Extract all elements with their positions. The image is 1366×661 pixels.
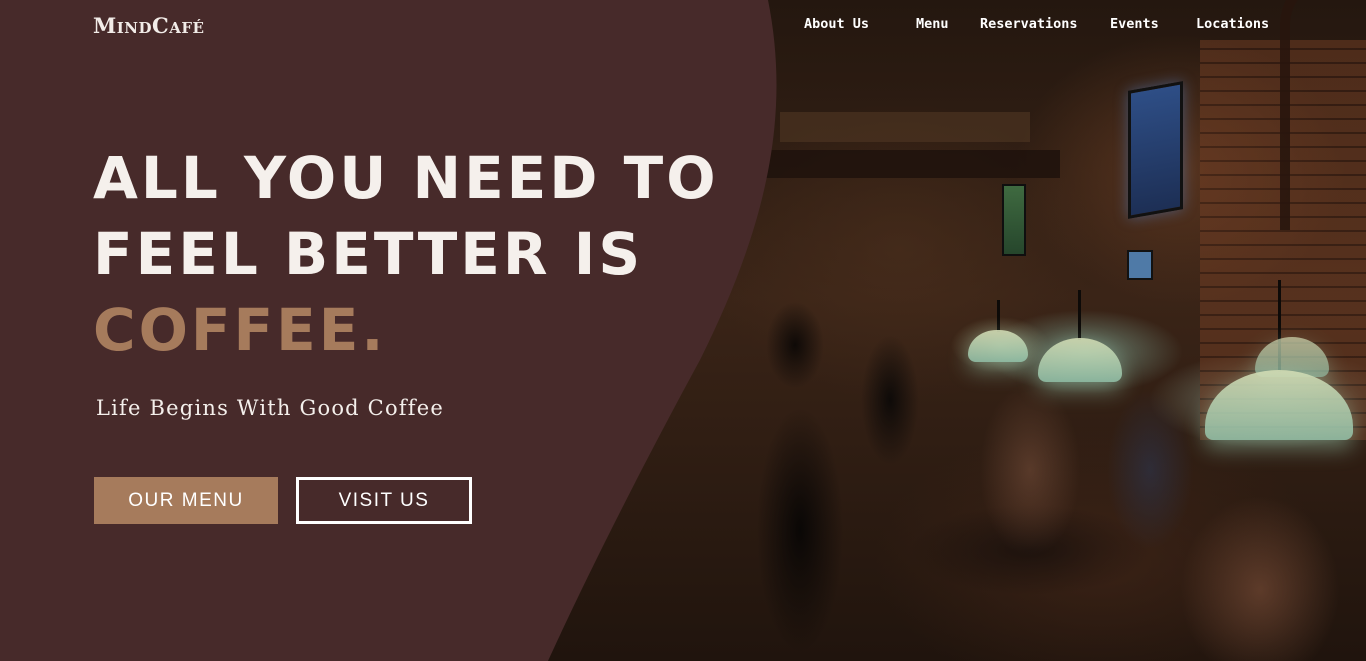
our-menu-button[interactable]: OUR MENU bbox=[94, 477, 278, 524]
photo-tv-screen-mini bbox=[1127, 250, 1153, 280]
photo-ceiling-beam bbox=[760, 150, 1060, 178]
photo-tv-screen bbox=[1128, 81, 1183, 219]
hero-tagline: Life Begins With Good Coffee bbox=[96, 396, 444, 420]
main-nav: About Us Menu Reservations Events Locati… bbox=[0, 16, 1366, 36]
visit-us-button[interactable]: VISIT US bbox=[296, 477, 472, 524]
nav-item-menu[interactable]: Menu bbox=[916, 16, 949, 32]
hero-headline: ALL YOU NEED TO FEEL BETTER IS COFFEE. bbox=[93, 140, 719, 368]
photo-patrons bbox=[700, 300, 1366, 661]
nav-item-events[interactable]: Events bbox=[1110, 16, 1159, 32]
nav-item-about-us[interactable]: About Us bbox=[804, 16, 869, 32]
photo-tv-screen-small bbox=[1002, 184, 1026, 256]
nav-item-locations[interactable]: Locations bbox=[1196, 16, 1269, 32]
headline-line-2: FEEL BETTER IS bbox=[93, 220, 644, 288]
headline-line-1: ALL YOU NEED TO bbox=[93, 144, 719, 212]
nav-item-reservations[interactable]: Reservations bbox=[980, 16, 1078, 32]
photo-sign bbox=[780, 112, 1030, 142]
headline-accent-word: COFFEE. bbox=[93, 296, 387, 364]
